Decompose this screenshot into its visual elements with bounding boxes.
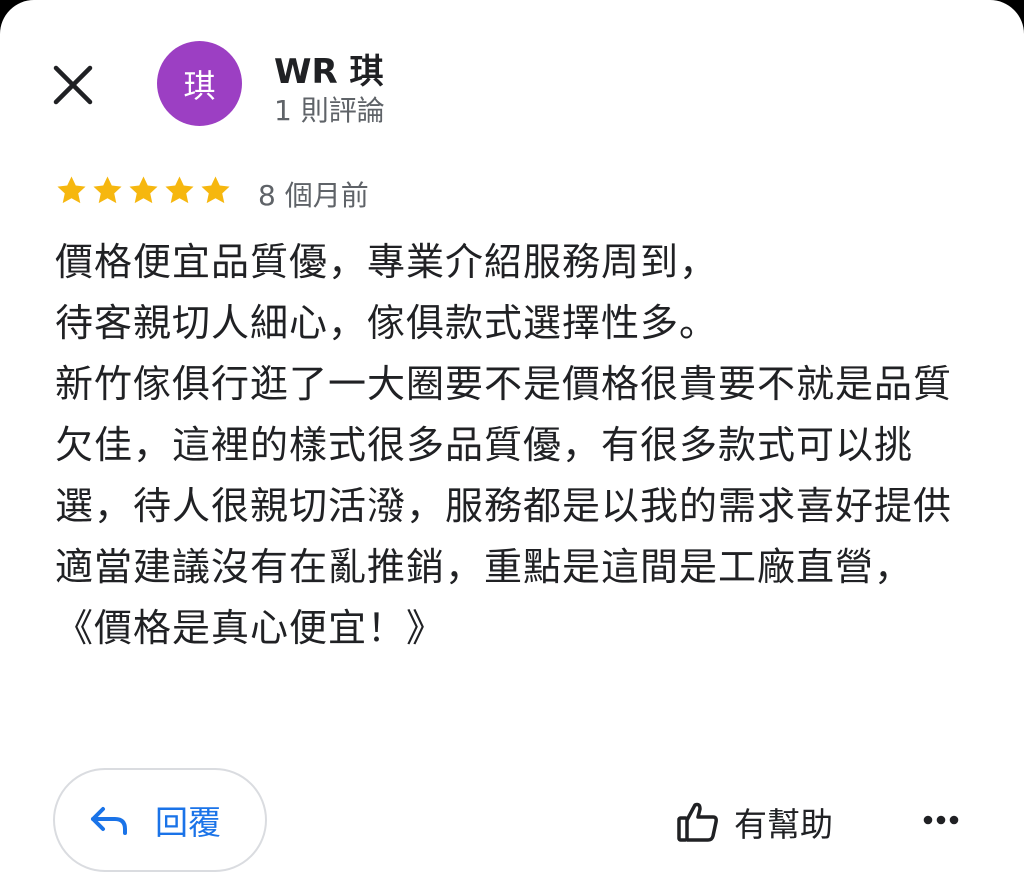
star-icon — [129, 176, 158, 204]
star-icon — [201, 176, 230, 204]
more-horizontal-icon — [923, 815, 959, 825]
reply-arrow-icon — [91, 807, 127, 835]
helpful-button[interactable]: 有幫助 — [676, 798, 833, 846]
star-icon — [93, 176, 122, 204]
review-time: 8 個月前 — [258, 179, 369, 212]
thumbs-up-icon — [677, 802, 718, 842]
star-icon — [57, 176, 86, 204]
close-icon — [53, 65, 93, 105]
avatar-letter: 琪 — [183, 66, 216, 105]
star-icon — [165, 176, 194, 204]
star-rating — [55, 174, 232, 207]
avatar[interactable]: 琪 — [157, 41, 242, 126]
review-count: 1 則評論 — [274, 94, 385, 127]
helpful-label: 有幫助 — [734, 805, 833, 844]
close-button[interactable] — [50, 62, 96, 108]
more-options-button[interactable] — [918, 800, 964, 840]
reply-button[interactable]: 回覆 — [53, 768, 267, 872]
review-text: 價格便宜品質優，專業介紹服務周到， 待客親切人細心，傢俱款式選擇性多。 新竹傢俱… — [55, 240, 953, 650]
user-name[interactable]: WR 琪 — [274, 44, 384, 93]
reply-label: 回覆 — [155, 803, 221, 842]
review-sheet: 琪 WR 琪 1 則評論 8 個月前 價格便宜品質優，專業介紹服務周到， 待客親… — [0, 0, 1024, 892]
